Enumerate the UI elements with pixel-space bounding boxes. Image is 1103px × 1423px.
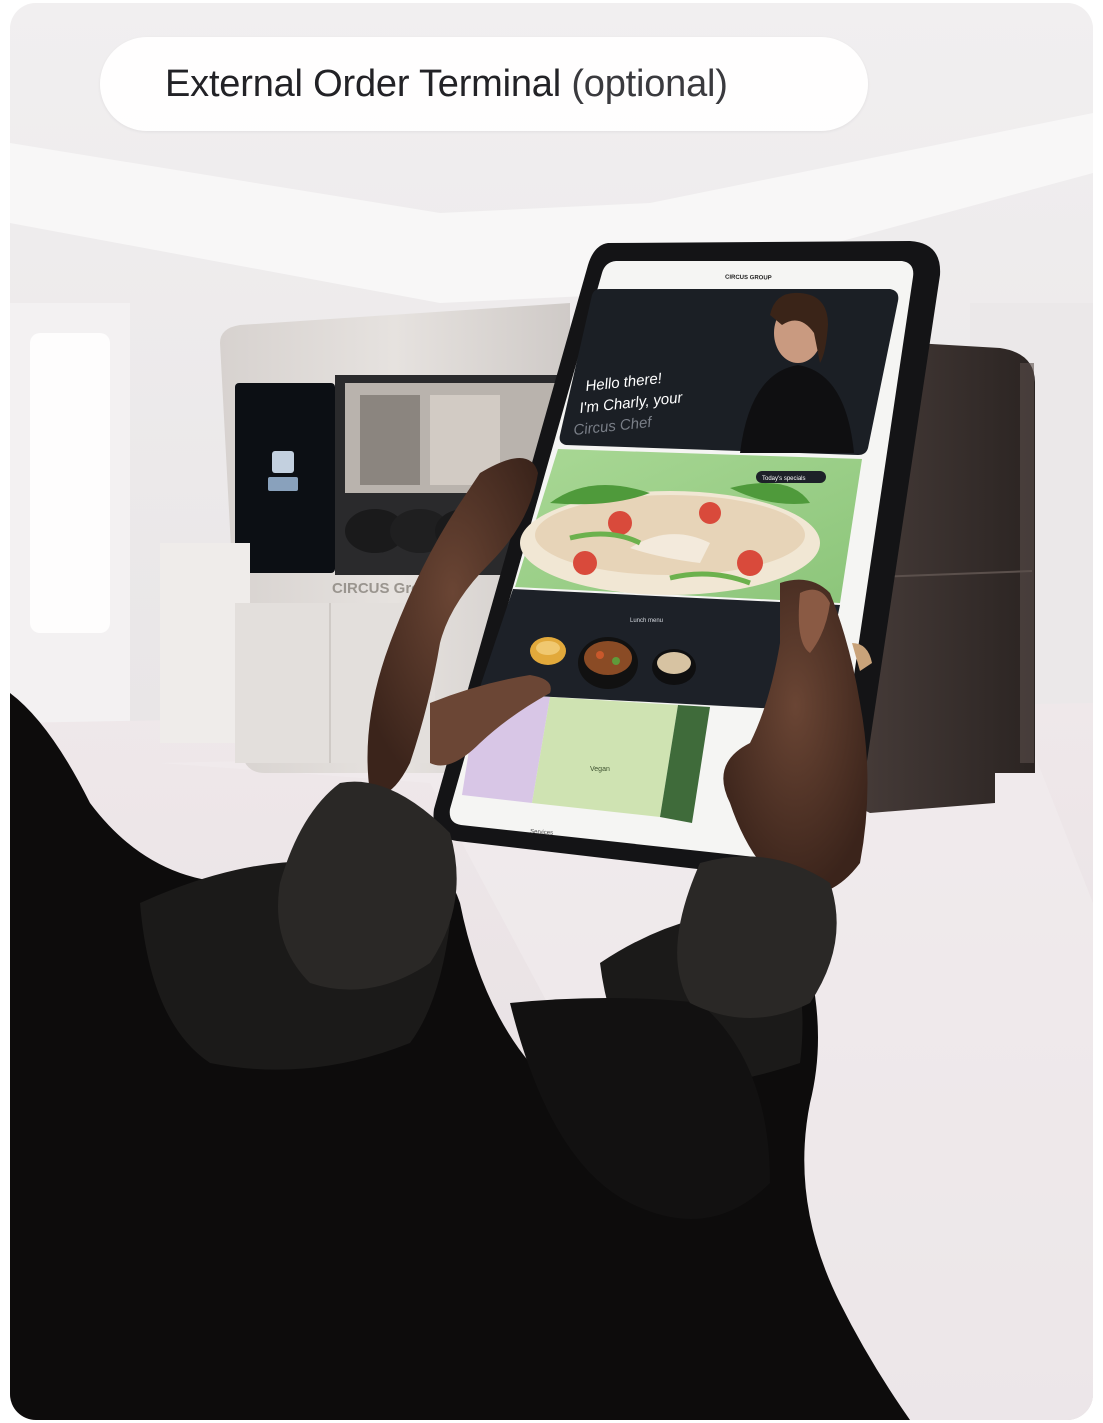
tile-label: Vegan [590,766,610,773]
scene-photo: CIRCUS Group CIRCUS GROUP Hello there! I… [10,3,1093,1420]
page-title: External Order Terminal (optional) [165,63,728,106]
title-optional-tag: (optional) [571,62,728,105]
image-card: CIRCUS Group CIRCUS GROUP Hello there! I… [10,3,1093,1420]
lunch-menu-label: Lunch menu [630,618,663,624]
title-pill: External Order Terminal (optional) [100,37,868,131]
specials-badge: Today's specials [762,476,806,482]
title-main: External Order Terminal [165,62,561,105]
tablet-brand: CIRCUS GROUP [725,275,772,282]
